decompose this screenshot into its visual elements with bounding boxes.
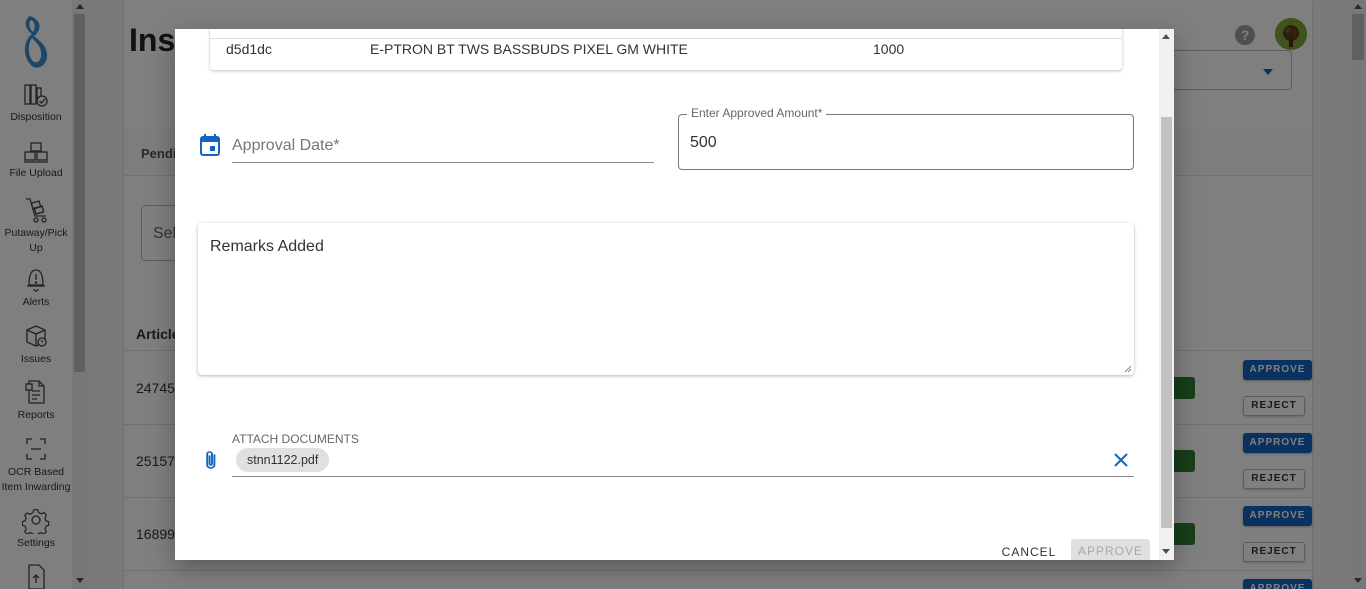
scrollbar-thumb[interactable] [1161,117,1172,528]
table-row-divider [210,38,1122,39]
approved-amount-field[interactable]: Enter Approved Amount* 500 [678,106,1134,170]
attach-documents-label: ATTACH DOCUMENTS [232,432,359,446]
cancel-button[interactable]: CANCEL [995,541,1063,560]
attachment-chip[interactable]: stnn1122.pdf [236,448,330,472]
remarks-text: Remarks Added [210,238,324,255]
close-icon[interactable] [1112,451,1130,469]
item-code-cell: d5d1dc [226,41,272,57]
item-quantity-cell: 1000 [873,41,905,57]
approved-amount-label: Enter Approved Amount* [687,106,827,120]
scroll-up-arrow-icon[interactable] [1162,34,1170,39]
resize-grip-icon[interactable] [1124,365,1132,373]
item-description-cell: E-PTRON BT TWS BASSBUDS PIXEL GM WHITE [370,41,688,57]
approved-amount-value[interactable]: 500 [690,134,717,152]
item-table: d5d1dc E-PTRON BT TWS BASSBUDS PIXEL GM … [210,29,1122,70]
attach-documents-field[interactable]: stnn1122.pdf [232,446,1134,477]
dialog-scrollbar[interactable] [1159,29,1174,560]
remarks-textarea[interactable]: Remarks Added [198,223,1134,375]
calendar-icon[interactable] [200,134,220,156]
approval-date-input[interactable]: Approval Date* [232,137,654,163]
paperclip-icon[interactable] [201,449,219,471]
approve-button[interactable]: APPROVE [1071,539,1150,560]
approve-dialog: d5d1dc E-PTRON BT TWS BASSBUDS PIXEL GM … [175,29,1174,560]
scroll-down-arrow-icon[interactable] [1162,549,1170,554]
